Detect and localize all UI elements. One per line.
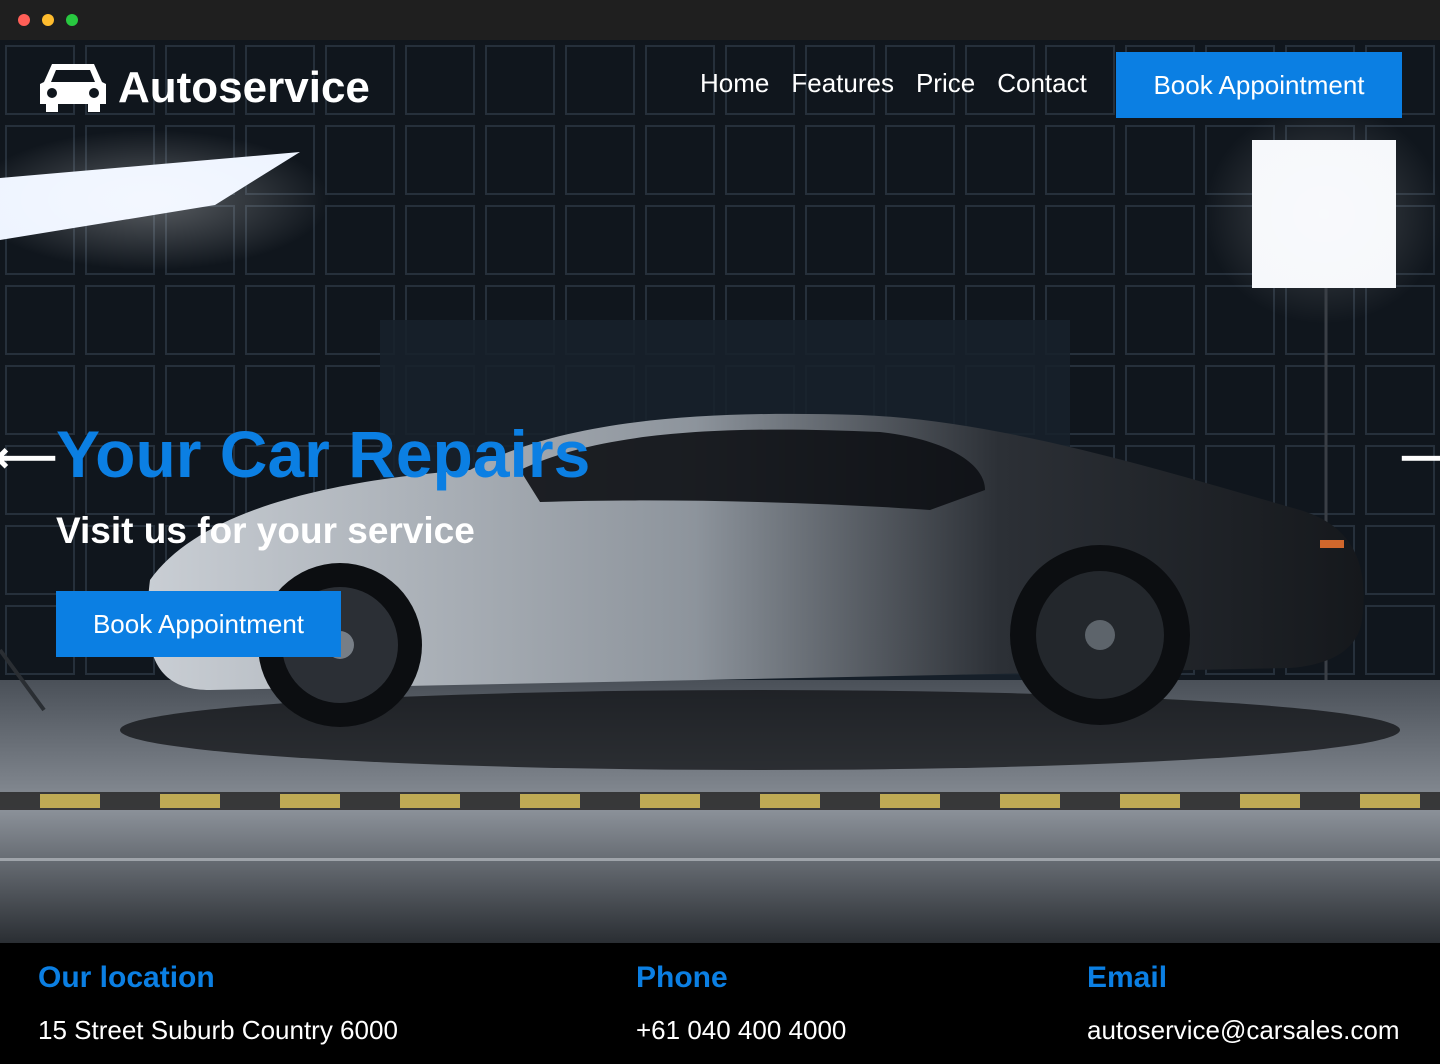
location-value: 15 Street Suburb Country 6000 [38,1015,398,1045]
email-info: Email autoservice@carsales.com [1087,961,1400,1046]
phone-label: Phone [636,961,728,994]
main-nav: Home Features Price Contact [700,68,1087,99]
nav-features[interactable]: Features [791,68,894,99]
email-value[interactable]: autoservice@carsales.com [1087,1015,1400,1046]
brand-name: Autoservice [118,63,370,112]
hero-banner: Autoservice Home Features Price Contact … [0,40,1440,943]
phone-info: Phone +61 040 400 4000 [636,961,846,1046]
arrow-right-icon[interactable]: ⟶ [1400,436,1440,480]
hero-book-appointment-button[interactable]: Book Appointment [56,591,341,657]
nav-contact[interactable]: Contact [997,68,1087,99]
email-label: Email [1087,961,1168,994]
nav-price[interactable]: Price [916,68,975,99]
hero-subtitle: Visit us for your service [56,510,475,551]
window-titlebar [0,0,1440,40]
location-info: Our location 15 Street Suburb Country 60… [38,961,398,1046]
arrow-left-icon[interactable]: ⟵ [0,436,57,480]
minimize-window-button[interactable] [42,14,54,26]
location-label: Our location [38,961,215,994]
brand-logo[interactable]: Autoservice [38,60,370,116]
close-window-button[interactable] [18,14,30,26]
nav-home[interactable]: Home [700,68,769,99]
contact-bar: Our location 15 Street Suburb Country 60… [0,943,1440,1064]
car-icon [40,64,106,112]
header-book-appointment-button[interactable]: Book Appointment [1116,52,1402,118]
hero-title: Your Car Repairs [56,417,591,491]
phone-value[interactable]: +61 040 400 4000 [636,1015,846,1046]
maximize-window-button[interactable] [66,14,78,26]
